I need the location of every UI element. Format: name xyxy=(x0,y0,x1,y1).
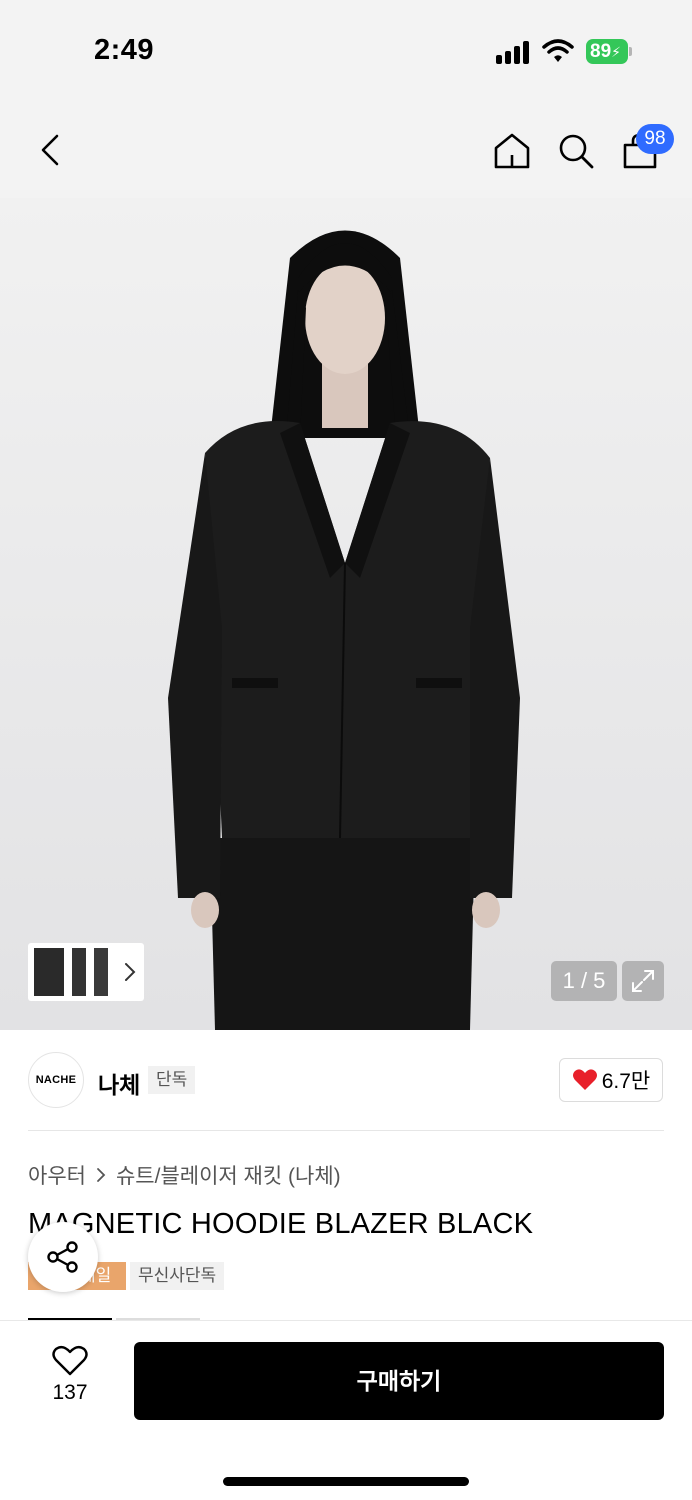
thumbnail[interactable] xyxy=(94,948,108,996)
product-title: MAGNETIC HOODIE BLAZER BLACK xyxy=(28,1208,534,1240)
chevron-left-icon xyxy=(41,134,59,166)
wishlist-button[interactable]: 137 xyxy=(38,1345,102,1415)
divider xyxy=(28,1130,664,1131)
breadcrumb: 아우터 슈트/블레이저 재킷 (나체) xyxy=(28,1160,341,1190)
heart-outline-icon xyxy=(52,1345,88,1376)
home-button[interactable] xyxy=(488,126,536,176)
page-indicator: 1 / 5 xyxy=(551,961,617,1001)
home-icon xyxy=(494,133,530,169)
home-indicator xyxy=(223,1477,469,1486)
expand-button[interactable] xyxy=(622,961,664,1001)
brand-logo[interactable]: NACHE xyxy=(28,1052,84,1108)
cart-count-badge: 98 xyxy=(636,124,674,154)
back-button[interactable] xyxy=(26,126,74,174)
share-button[interactable] xyxy=(28,1222,98,1292)
chevron-right-icon xyxy=(97,1168,106,1182)
share-icon xyxy=(47,1241,78,1273)
status-bar: 2:49 89⚡ xyxy=(0,0,692,100)
bottom-bar: 137 구매하기 xyxy=(0,1320,692,1500)
status-time: 2:49 xyxy=(94,34,155,66)
chevron-right-icon xyxy=(125,963,136,981)
brand-like-button[interactable]: 6.7만 xyxy=(559,1058,663,1102)
thumbnail-strip[interactable] xyxy=(28,943,144,1001)
top-nav xyxy=(0,100,692,198)
model-illustration xyxy=(168,230,520,1030)
signal-icon xyxy=(496,40,532,64)
wifi-icon xyxy=(542,38,574,64)
search-icon xyxy=(559,134,594,169)
brand-like-count: 6.7만 xyxy=(601,1070,651,1093)
battery-level: 89 xyxy=(590,41,612,62)
brand-name[interactable]: 나체 xyxy=(98,1066,140,1100)
thumbnail[interactable] xyxy=(72,948,86,996)
breadcrumb-category[interactable]: 아우터 xyxy=(28,1160,86,1190)
expand-icon xyxy=(632,970,654,992)
breadcrumb-subcategory[interactable]: 슈트/블레이저 재킷 (나체) xyxy=(116,1160,341,1190)
thumbnail[interactable] xyxy=(34,948,64,996)
heart-filled-icon xyxy=(572,1069,597,1090)
search-button[interactable] xyxy=(552,126,600,176)
buy-button[interactable]: 구매하기 xyxy=(134,1342,664,1420)
battery-icon: 89⚡ xyxy=(586,39,632,64)
brand-exclusive-tag: 단독 xyxy=(148,1066,196,1094)
product-image[interactable]: 1 / 5 xyxy=(0,198,692,1030)
wishlist-count: 137 xyxy=(52,1381,88,1404)
exclusive-tag: 무신사단독 xyxy=(130,1262,225,1290)
